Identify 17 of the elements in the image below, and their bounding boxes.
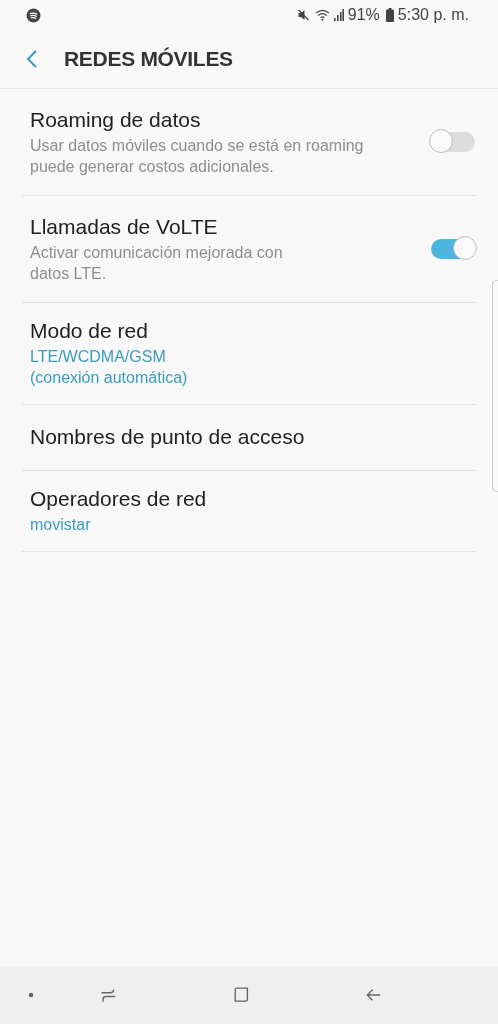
- battery-percent: 91%: [347, 6, 380, 24]
- settings-row[interactable]: Modo de red LTE/WCDMA/GSM (conexión automática): [22, 303, 476, 405]
- setting-summary: movistar: [30, 515, 92, 535]
- setting-title: Operadores de red: [30, 487, 208, 511]
- setting-title: Llamadas de VoLTE: [30, 214, 219, 239]
- page-title: REDES MÓVILES: [64, 47, 233, 71]
- setting-summary: Usar datos móviles cuando se está en roaming puede generar costos adicionales.: [30, 135, 365, 177]
- setting-title: Modo de red: [30, 319, 149, 343]
- settings-row[interactable]: Roaming de datos Usar datos móviles cuando se está en roaming puede generar costos adicionales.: [22, 89, 476, 196]
- settings-row[interactable]: Llamadas de VoLTE Activar comunicación mejorada con datos LTE.: [22, 196, 476, 303]
- setting-summary: Activar comunicación mejorada con datos LTE.: [30, 242, 284, 284]
- settings-row[interactable]: Operadores de red movistar: [22, 471, 476, 552]
- settings-row[interactable]: Nombres de punto de acceso: [22, 405, 476, 471]
- setting-title: Roaming de datos: [30, 107, 202, 132]
- setting-summary: LTE/WCDMA/GSM (conexión automática): [30, 347, 189, 388]
- clock: 5:30 p. m.: [397, 6, 469, 24]
- setting-title: Nombres de punto de acceso: [30, 425, 306, 449]
